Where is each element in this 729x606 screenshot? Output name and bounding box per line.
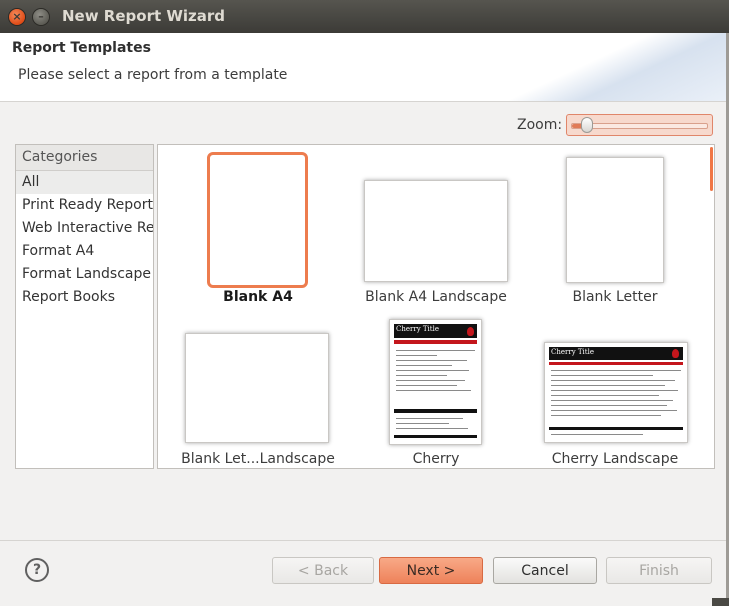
cancel-button[interactable]: Cancel — [493, 557, 597, 584]
template-thumb-blank-a4[interactable] — [207, 152, 308, 288]
cherry-landscape-preview-line — [551, 415, 661, 416]
cherry-landscape-preview-line — [551, 370, 681, 371]
cherry-landscape-preview-line — [551, 410, 677, 411]
template-label-blank-a4-landscape[interactable]: Blank A4 Landscape — [346, 289, 526, 305]
category-item-all[interactable]: All — [16, 171, 153, 194]
cherry-landscape-preview-line — [551, 395, 659, 396]
window-close-button[interactable]: × — [9, 9, 25, 25]
cherry-flame-icon — [467, 327, 474, 336]
page-description: Please select a report from a template — [18, 67, 288, 83]
categories-header: Categories — [16, 145, 153, 171]
cherry-preview-title: Cherry Title — [396, 325, 439, 333]
cherry-preview-line — [396, 418, 463, 419]
template-thumb-cherry[interactable]: Cherry Title — [389, 319, 482, 445]
cherry-landscape-preview-dark-band — [549, 427, 683, 430]
button-bar-separator — [0, 540, 726, 541]
category-item-web-interactive[interactable]: Web Interactive Reports — [16, 217, 153, 240]
minimize-icon: – — [38, 10, 44, 23]
cherry-landscape-preview-line — [551, 375, 653, 376]
cherry-preview-line — [396, 428, 468, 429]
cherry-landscape-preview-line — [551, 434, 643, 435]
cherry-preview-line — [396, 370, 469, 371]
window-title: New Report Wizard — [62, 7, 226, 25]
template-label-cherry-landscape[interactable]: Cherry Landscape — [525, 451, 705, 467]
cherry-preview-line — [396, 390, 471, 391]
category-item-format-landscape[interactable]: Format Landscape — [16, 263, 153, 286]
cherry-preview-dark-band — [394, 409, 477, 413]
cherry-preview-line — [396, 385, 457, 386]
window-minimize-button[interactable]: – — [33, 9, 49, 25]
help-icon[interactable]: ? — [25, 558, 49, 582]
gallery-scrollbar[interactable] — [710, 147, 713, 191]
cherry-landscape-preview-line — [551, 380, 675, 381]
template-label-blank-a4[interactable]: Blank A4 — [168, 289, 348, 305]
cherry-preview-dark-band — [394, 435, 477, 438]
template-thumb-blank-a4-landscape[interactable] — [364, 180, 508, 282]
close-icon: × — [12, 10, 22, 23]
cherry-preview: Cherry Title — [394, 324, 477, 440]
category-item-print-ready[interactable]: Print Ready Reports — [16, 194, 153, 217]
template-thumb-cherry-landscape[interactable]: Cherry Title — [544, 342, 688, 443]
wizard-header: Report Templates Please select a report … — [0, 33, 726, 102]
category-item-report-books[interactable]: Report Books — [16, 286, 153, 309]
cherry-preview-line — [396, 375, 447, 376]
cherry-landscape-preview-title: Cherry Title — [551, 348, 594, 356]
title-bar: × – New Report Wizard — [0, 0, 729, 33]
templates-gallery: Blank A4 Blank A4 Landscape Blank Letter… — [157, 144, 715, 469]
window-corner — [712, 598, 729, 606]
cherry-preview-line — [396, 355, 437, 356]
zoom-slider-thumb[interactable] — [581, 117, 593, 133]
category-item-format-a4[interactable]: Format A4 — [16, 240, 153, 263]
finish-button[interactable]: Finish — [606, 557, 712, 584]
template-label-cherry[interactable]: Cherry — [346, 451, 526, 467]
zoom-slider[interactable] — [566, 114, 713, 136]
template-label-blank-letter[interactable]: Blank Letter — [525, 289, 705, 305]
cherry-preview-line — [396, 380, 465, 381]
cherry-landscape-preview-line — [551, 405, 667, 406]
zoom-label: Zoom: — [517, 117, 563, 133]
template-label-blank-letter-landscape[interactable]: Blank Let...Landscape — [168, 451, 348, 467]
cherry-preview-red-band — [394, 340, 477, 344]
cherry-preview-line — [396, 365, 452, 366]
next-button[interactable]: Next > — [379, 557, 483, 584]
cherry-landscape-preview: Cherry Title — [549, 347, 683, 438]
template-thumb-blank-letter-landscape[interactable] — [185, 333, 329, 443]
cherry-preview-line — [396, 350, 475, 351]
cherry-landscape-flame-icon — [672, 349, 679, 358]
cherry-landscape-preview-line — [551, 390, 678, 391]
page-title: Report Templates — [12, 40, 151, 56]
template-thumb-blank-letter[interactable] — [566, 157, 664, 283]
cherry-preview-line — [396, 360, 467, 361]
cherry-preview-line — [396, 423, 449, 424]
cherry-landscape-preview-line — [551, 400, 673, 401]
header-decoration — [506, 33, 726, 101]
cherry-landscape-preview-red-band — [549, 362, 683, 365]
back-button[interactable]: < Back — [272, 557, 374, 584]
cherry-landscape-preview-line — [551, 385, 665, 386]
categories-list: Categories All Print Ready Reports Web I… — [15, 144, 154, 469]
